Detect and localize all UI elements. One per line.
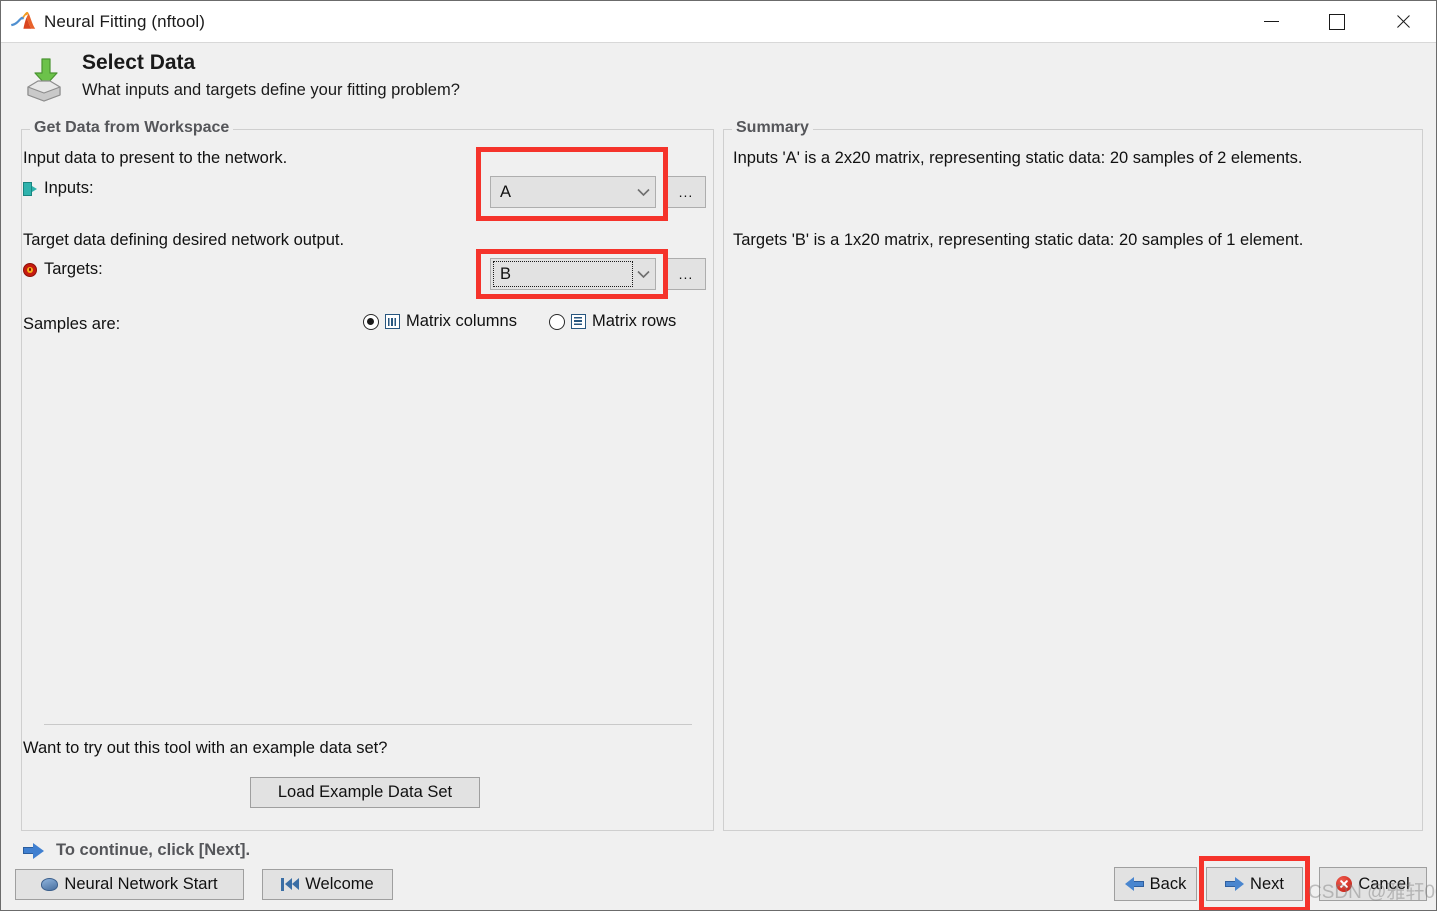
chevron-down-icon: [631, 270, 655, 279]
brain-icon: [41, 878, 59, 891]
target-bullseye-icon: [23, 262, 37, 277]
input-description: Input data to present to the network.: [23, 149, 288, 167]
back-button[interactable]: Back: [1114, 867, 1197, 901]
matrix-rows-icon: [570, 314, 586, 329]
window-title: Neural Fitting (nftool): [44, 11, 206, 31]
next-label: Next: [1250, 874, 1284, 893]
welcome-label: Welcome: [305, 875, 374, 893]
welcome-button[interactable]: Welcome: [262, 869, 393, 900]
back-label: Back: [1149, 874, 1187, 893]
rewind-to-start-icon: [281, 878, 299, 891]
matlab-logo-icon: [10, 11, 36, 33]
summary-panel-title: Summary: [732, 119, 813, 137]
radio-matrix-columns[interactable]: Matrix columns: [363, 312, 517, 331]
title-bar: Neural Fitting (nftool): [1, 1, 1436, 43]
close-button[interactable]: [1370, 1, 1436, 42]
example-divider: [44, 724, 692, 725]
continue-hint: To continue, click [Next].: [23, 841, 250, 860]
close-icon: [1395, 14, 1411, 30]
samples-are-label: Samples are:: [23, 315, 121, 333]
target-description: Target data defining desired network out…: [23, 231, 345, 249]
nftool-window: Neural Fitting (nftool) Select Data What…: [0, 0, 1437, 911]
import-data-icon: [20, 55, 68, 103]
page-subtitle: What inputs and targets define your fitt…: [82, 81, 460, 99]
cancel-button[interactable]: Cancel: [1319, 867, 1427, 901]
radio-matrix-rows[interactable]: Matrix rows: [548, 312, 677, 331]
continue-text: To continue, click [Next].: [56, 841, 251, 859]
arrow-right-icon: [1225, 877, 1245, 891]
cancel-circle-icon: [1336, 876, 1353, 892]
workspace-panel-title: Get Data from Workspace: [30, 119, 234, 137]
neural-network-start-button[interactable]: Neural Network Start: [15, 869, 244, 900]
targets-dropdown[interactable]: B: [490, 258, 656, 290]
radio-matrix-columns-label: Matrix columns: [406, 312, 517, 330]
chevron-down-icon: [631, 188, 655, 197]
window-controls: [1238, 1, 1436, 42]
cancel-label: Cancel: [1358, 874, 1410, 893]
input-port-icon: [23, 181, 37, 196]
inputs-label-text: Inputs:: [44, 179, 94, 197]
targets-label-text: Targets:: [44, 260, 103, 278]
summary-line-targets: Targets 'B' is a 1x20 matrix, representi…: [733, 231, 1304, 249]
radio-matrix-rows-label: Matrix rows: [591, 312, 677, 330]
summary-line-inputs: Inputs 'A' is a 2x20 matrix, representin…: [733, 149, 1303, 167]
inputs-browse-button[interactable]: ...: [666, 176, 706, 208]
inputs-browse-label: ...: [678, 183, 694, 200]
minimize-icon: [1263, 21, 1279, 22]
matrix-columns-icon: [385, 314, 400, 329]
inputs-selected-value: A: [500, 182, 512, 201]
targets-browse-label: ...: [678, 265, 694, 282]
load-example-data-set-button[interactable]: Load Example Data Set: [250, 777, 480, 808]
maximize-button[interactable]: [1304, 1, 1370, 42]
example-question: Want to try out this tool with an exampl…: [23, 739, 388, 757]
inputs-field-label: Inputs:: [23, 179, 94, 198]
load-example-label: Load Example Data Set: [277, 783, 453, 801]
targets-field-label: Targets:: [23, 260, 103, 279]
inputs-dropdown[interactable]: A: [490, 176, 656, 208]
targets-browse-button[interactable]: ...: [666, 258, 706, 290]
arrow-left-icon: [1124, 877, 1144, 891]
neural-network-start-label: Neural Network Start: [64, 875, 218, 893]
page-title: Select Data: [82, 51, 196, 74]
next-button[interactable]: Next: [1206, 867, 1303, 901]
radio-indicator: [363, 313, 379, 330]
maximize-icon: [1329, 13, 1345, 30]
samples-orientation-group: Matrix columns Matrix rows: [363, 312, 676, 331]
arrow-right-icon: [23, 842, 45, 859]
radio-indicator: [548, 313, 565, 330]
page-header: Select Data What inputs and targets defi…: [2, 43, 1436, 113]
minimize-button[interactable]: [1238, 1, 1304, 42]
targets-selected-value: B: [500, 264, 512, 283]
